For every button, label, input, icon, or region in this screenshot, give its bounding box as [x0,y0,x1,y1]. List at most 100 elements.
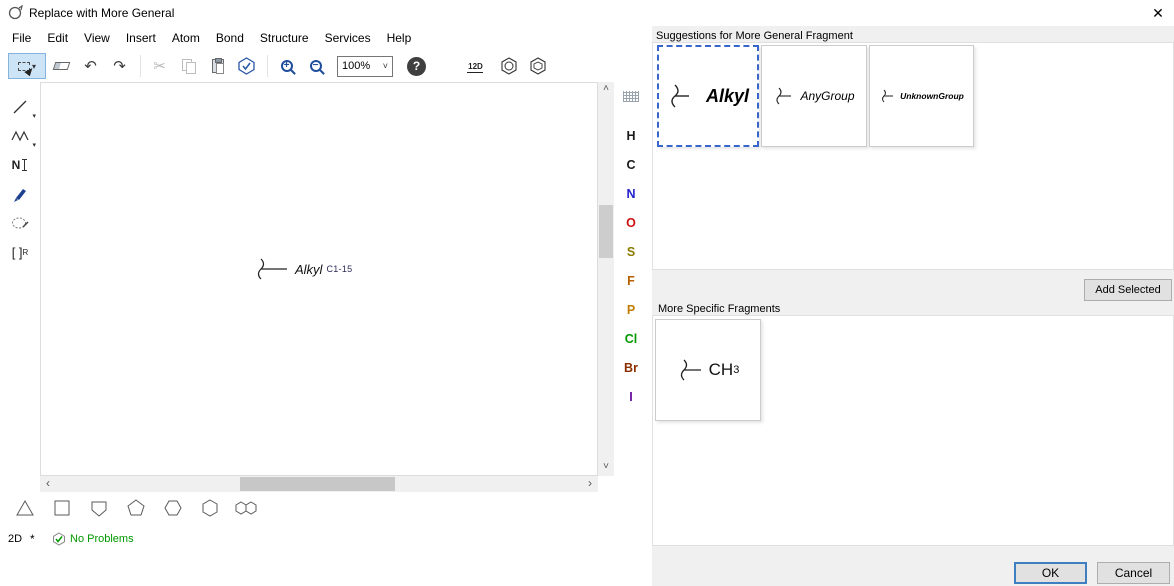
mode-indicator: 2D [8,533,30,545]
benzene-ring-icon [499,56,519,76]
status-message: No Problems [70,533,134,545]
element-c-button[interactable]: C [616,151,646,180]
square-ring-icon [52,498,72,518]
attachment-point-icon [667,82,705,110]
template-square-button[interactable] [49,495,75,521]
zoom-out-button[interactable]: − [302,53,329,79]
toolbar-separator [267,55,268,77]
suggestion-card-alkyl[interactable]: Alkyl [657,45,759,147]
menu-edit[interactable]: Edit [39,28,76,48]
layout-2d-button[interactable]: 12D [462,53,489,79]
cut-icon: ✂ [153,59,166,74]
template-fused-rings-button[interactable] [234,495,260,521]
undo-icon: ↶ [84,59,97,74]
vertical-scroll-thumb[interactable] [599,205,613,258]
menu-view[interactable]: View [76,28,118,48]
check-structure-button[interactable] [233,53,260,79]
marquee-select-icon [18,62,30,71]
pen-tool-button[interactable] [4,181,36,207]
undo-button[interactable]: ↶ [77,53,104,79]
horizontal-scroll-thumb[interactable] [240,477,395,491]
hexagon-pointy-ring-icon [200,498,220,518]
template-hexagon-button[interactable] [160,495,186,521]
element-s-button[interactable]: S [616,238,646,267]
suggestion-card-anygroup[interactable]: AnyGroup [761,45,867,147]
menu-structure[interactable]: Structure [252,28,317,48]
paste-button[interactable] [204,53,231,79]
element-o-button[interactable]: O [616,209,646,238]
element-br-button[interactable]: Br [616,354,646,383]
eraser-button[interactable] [48,53,75,79]
vertical-scrollbar[interactable]: ˄ ˅ [598,82,614,476]
template-pentagon-down-button[interactable] [86,495,112,521]
dropdown-caret-icon: ▾ [32,112,36,120]
ok-button[interactable]: OK [1014,562,1087,584]
attachment-point-icon [879,88,899,104]
lasso-draw-tool-button[interactable] [4,210,36,236]
zoom-caret-icon: ˅ [383,61,388,71]
replace-panel: Suggestions for More General Fragment Al… [652,26,1174,586]
cut-button[interactable]: ✂ [146,53,173,79]
zoom-out-icon: − [310,60,322,72]
scroll-left-icon[interactable]: ‹ [40,476,56,492]
zoom-level-select[interactable]: 100% ˅ [337,56,393,77]
menu-insert[interactable]: Insert [118,28,164,48]
scroll-up-icon[interactable]: ˄ [598,82,614,98]
template-triangle-button[interactable] [12,495,38,521]
menu-bar: File Edit View Insert Atom Bond Structur… [0,26,652,50]
zoom-value: 100% [342,60,370,72]
main-toolbar: ▾ ↶ ↷ ✂ + − 100% ˅ ? 12D [0,50,652,82]
layout-2d-icon: 12D [465,58,487,74]
dropdown-caret-icon: ▾ [32,141,36,149]
scroll-right-icon[interactable]: › [582,476,598,492]
help-button[interactable]: ? [407,57,426,76]
cancel-button[interactable]: Cancel [1097,562,1170,584]
hexagon-ring-icon [163,498,183,518]
close-icon[interactable]: ✕ [1148,3,1168,23]
zoom-in-button[interactable]: + [273,53,300,79]
copy-button[interactable] [175,53,202,79]
menu-file[interactable]: File [4,28,39,48]
redo-button[interactable]: ↷ [106,53,133,79]
rgroup-bracket-tool-button[interactable]: [ ] R [4,239,36,265]
atom-text-tool-button[interactable]: N [4,152,36,178]
suggestion-card-unknowngroup[interactable]: UnknownGroup [869,45,974,147]
element-cl-button[interactable]: Cl [616,325,646,354]
drawing-canvas[interactable]: Alkyl C1-15 [40,82,598,476]
specific-formula-subscript: 3 [733,364,739,376]
periodic-table-button[interactable] [620,84,642,108]
triangle-ring-icon [15,498,35,518]
menu-services[interactable]: Services [317,28,379,48]
suggestion-label: UnknownGroup [900,91,964,101]
element-n-button[interactable]: N [616,180,646,209]
element-h-button[interactable]: H [616,122,646,151]
pentagon-down-ring-icon [89,498,109,518]
horizontal-scrollbar[interactable]: ‹ › [40,476,598,492]
template-pentagon-button[interactable] [123,495,149,521]
menu-bond[interactable]: Bond [208,28,252,48]
bond-tool-button[interactable]: ▾ [4,94,36,120]
element-i-button[interactable]: I [616,383,646,412]
menu-atom[interactable]: Atom [164,28,208,48]
chain-tool-button[interactable]: ▾ [4,123,36,149]
menu-help[interactable]: Help [379,28,420,48]
periodic-table-icon [623,91,639,102]
no-problems-check-icon [52,532,66,546]
specific-card-ch3[interactable]: CH 3 [655,319,761,421]
template-hexagon-pointy-button[interactable] [197,495,223,521]
benzene-ring-button[interactable] [495,53,522,79]
ring-3d-button[interactable] [524,53,551,79]
add-selected-button[interactable]: Add Selected [1084,279,1172,301]
help-icon: ? [413,59,420,73]
lasso-pencil-icon [11,215,29,231]
scroll-down-icon[interactable]: ˅ [598,460,614,476]
chain-icon [11,130,29,142]
element-palette: H C N O S F P Cl Br I [614,84,648,412]
element-p-button[interactable]: P [616,296,646,325]
element-f-button[interactable]: F [616,267,646,296]
select-tool-button[interactable]: ▾ [8,53,46,79]
check-structure-icon [237,57,256,75]
paste-icon [212,59,224,73]
modified-indicator: * [30,532,52,546]
canvas-fragment[interactable]: Alkyl C1-15 [253,257,352,281]
